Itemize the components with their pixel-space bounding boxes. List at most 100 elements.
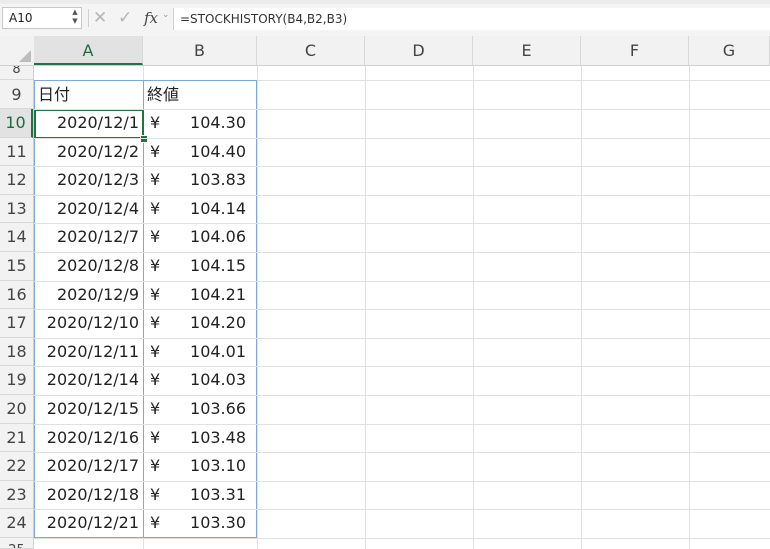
select-all-triangle-icon	[19, 50, 31, 62]
cancel-icon[interactable]: ✕	[93, 8, 107, 28]
row-header-10[interactable]: 10	[0, 109, 33, 138]
grid-line	[34, 223, 770, 225]
column-header-d[interactable]: D	[365, 36, 473, 65]
grid-line	[34, 509, 770, 511]
grid-line	[34, 395, 770, 396]
header-cell-close[interactable]: 終値	[143, 80, 179, 109]
row-header-18[interactable]: 18	[0, 338, 33, 367]
currency-symbol-cell[interactable]: ¥	[150, 481, 170, 510]
row-header-23[interactable]: 23	[0, 481, 33, 510]
close-value-cell[interactable]: 104.30	[170, 109, 256, 138]
date-cell[interactable]: 2020/12/2	[34, 138, 143, 167]
currency-symbol-cell[interactable]: ¥	[150, 309, 170, 338]
currency-symbol-cell[interactable]: ¥	[150, 195, 170, 224]
column-header-c[interactable]: C	[257, 36, 365, 65]
column-header-g[interactable]: G	[689, 36, 770, 65]
close-value-cell[interactable]: 104.01	[170, 338, 256, 367]
close-value-cell[interactable]: 103.31	[170, 481, 256, 510]
date-cell[interactable]: 2020/12/7	[34, 223, 143, 252]
row-header-22[interactable]: 22	[0, 452, 33, 481]
grid-line	[34, 137, 770, 139]
row-header-partial[interactable]: 8	[0, 66, 33, 80]
column-header: A B C D E F G	[0, 36, 770, 66]
close-value-cell[interactable]: 104.06	[170, 223, 256, 252]
grid-line	[34, 109, 770, 110]
close-value-cell[interactable]: 103.10	[170, 452, 256, 481]
grid-line	[34, 166, 770, 168]
date-cell[interactable]: 2020/12/21	[34, 509, 143, 538]
currency-symbol-cell[interactable]: ¥	[150, 138, 170, 167]
currency-symbol-cell[interactable]: ¥	[150, 166, 170, 195]
grid-line	[34, 194, 770, 196]
grid-line	[34, 366, 770, 368]
currency-symbol-cell[interactable]: ¥	[150, 252, 170, 281]
grid-line	[34, 423, 770, 425]
row-header-16[interactable]: 16	[0, 281, 33, 310]
row-header-20[interactable]: 20	[0, 395, 33, 424]
row-header-21[interactable]: 21	[0, 424, 33, 453]
date-cell[interactable]: 2020/12/14	[34, 366, 143, 395]
date-cell[interactable]: 2020/12/9	[34, 281, 143, 310]
close-value-cell[interactable]: 103.48	[170, 424, 256, 453]
column-header-a[interactable]: A	[34, 36, 143, 65]
currency-symbol-cell[interactable]: ¥	[150, 395, 170, 424]
column-header-b[interactable]: B	[143, 36, 257, 65]
grid-line	[34, 538, 770, 539]
row-header-15[interactable]: 15	[0, 252, 33, 281]
close-value-cell[interactable]: 104.40	[170, 138, 256, 167]
column-header-f[interactable]: F	[581, 36, 689, 65]
date-cell[interactable]: 2020/12/8	[34, 252, 143, 281]
header-cell-date[interactable]: 日付	[34, 80, 70, 109]
grid-line	[34, 252, 770, 253]
close-value-cell[interactable]: 104.21	[170, 281, 256, 310]
grid-line	[34, 309, 770, 311]
currency-symbol-cell[interactable]: ¥	[150, 366, 170, 395]
formula-bar: A10 ▲ ▼ ✕ ✓ fx ⌄ =STOCKHISTORY(B4,B2,B3)	[0, 0, 770, 37]
row-header-14[interactable]: 14	[0, 223, 33, 252]
formula-bar-divider	[88, 9, 89, 27]
chevron-down-icon[interactable]: ⌄	[162, 10, 170, 20]
grid-line	[34, 480, 770, 482]
insert-function-icon[interactable]: fx	[144, 8, 158, 28]
date-cell[interactable]: 2020/12/11	[34, 338, 143, 367]
currency-symbol-cell[interactable]: ¥	[150, 509, 170, 538]
row-header-partial[interactable]: 25	[0, 538, 33, 549]
close-value-cell[interactable]: 103.30	[170, 509, 256, 538]
date-cell[interactable]: 2020/12/17	[34, 452, 143, 481]
date-cell[interactable]: 2020/12/3	[34, 166, 143, 195]
row-header-19[interactable]: 19	[0, 366, 33, 395]
grid-line	[34, 452, 770, 454]
date-cell[interactable]: 2020/12/16	[34, 424, 143, 453]
row-header-17[interactable]: 17	[0, 309, 33, 338]
row-header-12[interactable]: 12	[0, 166, 33, 195]
formula-input[interactable]: =STOCKHISTORY(B4,B2,B3)	[173, 8, 770, 30]
column-header-e[interactable]: E	[473, 36, 581, 65]
name-box-stepper-icon[interactable]: ▲ ▼	[70, 8, 80, 28]
row-header-11[interactable]: 11	[0, 138, 33, 167]
close-value-cell[interactable]: 103.83	[170, 166, 256, 195]
currency-symbol-cell[interactable]: ¥	[150, 424, 170, 453]
date-cell[interactable]: 2020/12/1	[34, 109, 143, 138]
row-header-9[interactable]: 9	[0, 80, 33, 109]
close-value-cell[interactable]: 104.03	[170, 366, 256, 395]
toolbar-edge	[0, 0, 770, 4]
close-value-cell[interactable]: 104.14	[170, 195, 256, 224]
row-header-24[interactable]: 24	[0, 509, 33, 538]
close-value-cell[interactable]: 104.20	[170, 309, 256, 338]
currency-symbol-cell[interactable]: ¥	[150, 109, 170, 138]
currency-symbol-cell[interactable]: ¥	[150, 452, 170, 481]
currency-symbol-cell[interactable]: ¥	[150, 223, 170, 252]
date-cell[interactable]: 2020/12/18	[34, 481, 143, 510]
cell-grid[interactable]: 日付 終値 2020/12/1 ¥104.30 2020/12/2 ¥104.40 20…	[34, 66, 770, 549]
date-cell[interactable]: 2020/12/15	[34, 395, 143, 424]
enter-icon[interactable]: ✓	[118, 8, 132, 28]
close-value-cell[interactable]: 103.66	[170, 395, 256, 424]
close-value-cell[interactable]: 104.15	[170, 252, 256, 281]
date-cell[interactable]: 2020/12/4	[34, 195, 143, 224]
date-cell[interactable]: 2020/12/10	[34, 309, 143, 338]
row-header-13[interactable]: 13	[0, 195, 33, 224]
select-all-button[interactable]	[0, 36, 35, 65]
currency-symbol-cell[interactable]: ¥	[150, 338, 170, 367]
row-header: 8 9 10111213141516171819202122232425	[0, 66, 34, 549]
currency-symbol-cell[interactable]: ¥	[150, 281, 170, 310]
